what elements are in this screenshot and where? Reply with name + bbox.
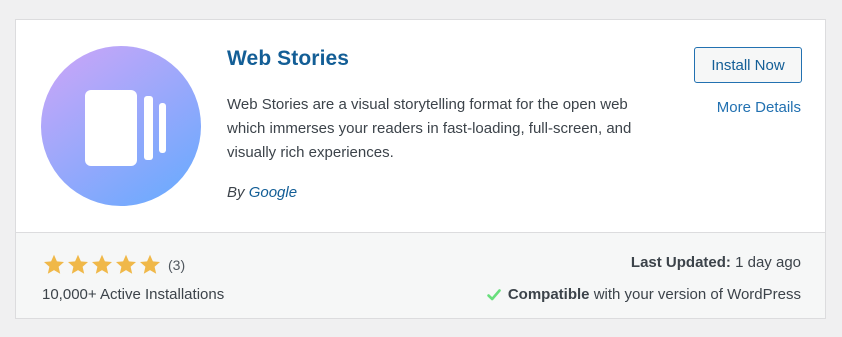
author-link[interactable]: Google bbox=[249, 184, 297, 201]
stars-container bbox=[42, 253, 162, 277]
compat-text: with your version of WordPress bbox=[593, 286, 801, 303]
rating-count[interactable]: (3) bbox=[168, 257, 185, 273]
plugin-card-bottom: (3) 10,000+ Active Installations Last Up… bbox=[16, 232, 825, 318]
last-updated-value: 1 day ago bbox=[735, 254, 801, 271]
install-now-button[interactable]: Install Now bbox=[694, 47, 802, 83]
star-icon bbox=[140, 254, 160, 274]
web-stories-logo-icon[interactable] bbox=[41, 46, 201, 206]
more-details-link[interactable]: More Details bbox=[717, 99, 801, 116]
star-icon bbox=[68, 254, 88, 274]
active-installs: 10,000+ Active Installations bbox=[42, 286, 225, 303]
last-updated-label: Last Updated: bbox=[630, 254, 731, 271]
author-prefix: By bbox=[227, 184, 245, 201]
plugin-title-link[interactable]: Web Stories bbox=[227, 47, 349, 71]
compat-label: Compatible bbox=[507, 286, 590, 303]
last-updated: Last Updated: 1 day ago bbox=[631, 254, 801, 271]
star-icon bbox=[116, 254, 136, 274]
star-icon bbox=[92, 254, 112, 274]
star-rating: (3) bbox=[42, 253, 185, 277]
plugin-card: Web Stories Web Stories are a visual sto… bbox=[15, 19, 826, 319]
checkmark-icon bbox=[487, 288, 501, 300]
plugin-author: By Google bbox=[227, 184, 297, 201]
compatibility-status: Compatible with your version of WordPres… bbox=[486, 286, 801, 303]
plugin-card-top: Web Stories Web Stories are a visual sto… bbox=[16, 20, 825, 232]
star-icon bbox=[44, 254, 64, 274]
plugin-description: Web Stories are a visual storytelling fo… bbox=[227, 96, 632, 161]
